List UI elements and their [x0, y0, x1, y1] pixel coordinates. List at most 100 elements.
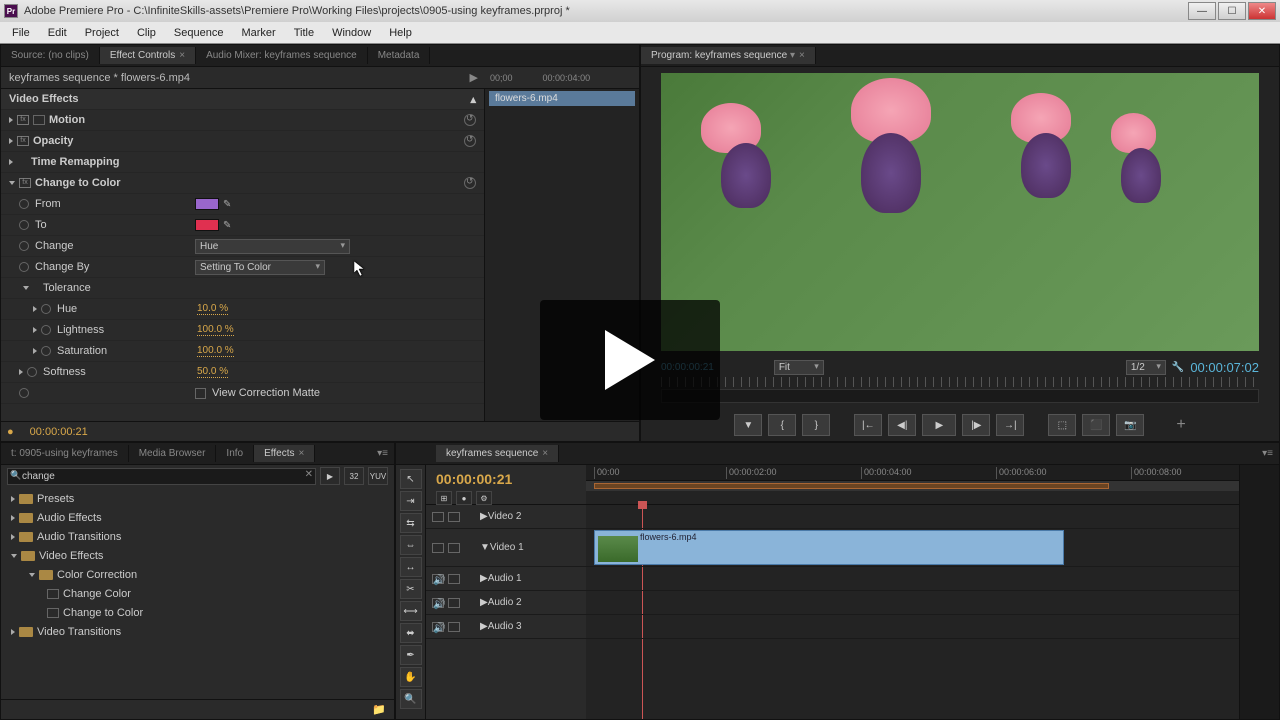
eyedropper-icon[interactable]: ✎: [223, 199, 233, 209]
add-marker-button[interactable]: ▼: [734, 414, 762, 436]
timeline-ruler[interactable]: 00:00 00:00:02:00 00:00:04:00 00:00:06:0…: [586, 465, 1239, 481]
video-play-overlay[interactable]: [540, 300, 720, 420]
stopwatch-icon[interactable]: [41, 325, 51, 335]
track-header-audio1[interactable]: 🔊▶ Audio 1: [426, 567, 586, 591]
selection-tool[interactable]: ↖: [400, 469, 422, 489]
stopwatch-icon[interactable]: [41, 304, 51, 314]
settings-icon[interactable]: ⚙: [476, 491, 492, 505]
minimize-button[interactable]: —: [1188, 2, 1216, 20]
slide-tool[interactable]: ⬌: [400, 623, 422, 643]
program-fit-dropdown[interactable]: Fit: [774, 360, 824, 375]
step-forward-button[interactable]: |▶: [962, 414, 990, 436]
tab-timeline-sequence[interactable]: keyframes sequence×: [436, 445, 559, 462]
speaker-icon[interactable]: 🔊: [432, 598, 444, 608]
eye-icon[interactable]: [432, 543, 444, 553]
maximize-button[interactable]: ☐: [1218, 2, 1246, 20]
effect-change-color[interactable]: Change Color: [1, 584, 394, 603]
menu-project[interactable]: Project: [77, 25, 127, 41]
tab-effect-controls[interactable]: Effect Controls×: [100, 47, 196, 64]
menu-title[interactable]: Title: [286, 25, 322, 41]
saturation-value[interactable]: 100.0 %: [197, 345, 234, 357]
track-audio3[interactable]: [586, 615, 1239, 639]
work-area-bar[interactable]: [594, 483, 1109, 489]
menu-edit[interactable]: Edit: [40, 25, 75, 41]
add-button[interactable]: +: [1176, 416, 1185, 434]
go-to-out-button[interactable]: →|: [996, 414, 1024, 436]
new-bin-icon[interactable]: 📁: [372, 703, 386, 716]
track-audio2[interactable]: [586, 591, 1239, 615]
eyedropper-icon[interactable]: ✎: [223, 220, 233, 230]
clear-search-icon[interactable]: ✕: [305, 469, 313, 480]
folder-presets[interactable]: Presets: [1, 489, 394, 508]
marker-icon[interactable]: ●: [456, 491, 472, 505]
effect-motion[interactable]: fx Motion: [1, 110, 484, 131]
speaker-icon[interactable]: 🔊: [432, 574, 444, 584]
effect-opacity[interactable]: fx Opacity: [1, 131, 484, 152]
stopwatch-icon[interactable]: [19, 220, 29, 230]
track-audio1[interactable]: [586, 567, 1239, 591]
panel-menu-icon[interactable]: ▾≡: [377, 448, 388, 459]
change-dropdown[interactable]: Hue: [195, 239, 350, 254]
stopwatch-icon[interactable]: [19, 262, 29, 272]
track-header-audio3[interactable]: 🔊▶ Audio 3: [426, 615, 586, 639]
program-ruler[interactable]: [661, 377, 1259, 387]
stopwatch-icon[interactable]: [27, 367, 37, 377]
panel-menu-icon[interactable]: ▾≡: [1262, 448, 1273, 459]
reset-icon[interactable]: [464, 135, 476, 147]
tab-source[interactable]: Source: (no clips): [1, 47, 100, 64]
menu-help[interactable]: Help: [381, 25, 420, 41]
to-color-swatch[interactable]: [195, 219, 219, 231]
stopwatch-icon[interactable]: [19, 388, 29, 398]
step-back-button[interactable]: ◀|: [888, 414, 916, 436]
play-button[interactable]: ▶: [922, 414, 956, 436]
track-video2[interactable]: [586, 505, 1239, 529]
lightness-value[interactable]: 100.0 %: [197, 324, 234, 336]
effects-search-input[interactable]: 🔍 change ✕: [7, 468, 316, 485]
lift-button[interactable]: ⬚: [1048, 414, 1076, 436]
effect-time-remapping[interactable]: Time Remapping: [1, 152, 484, 173]
32bit-badge-button[interactable]: 32: [344, 467, 364, 485]
ripple-edit-tool[interactable]: ⇆: [400, 513, 422, 533]
folder-video-transitions[interactable]: Video Transitions: [1, 622, 394, 641]
razor-tool[interactable]: ✂: [400, 579, 422, 599]
mark-in-button[interactable]: {: [768, 414, 796, 436]
timeline-timecode[interactable]: 00:00:00:21: [436, 471, 576, 487]
extract-button[interactable]: ⬛: [1082, 414, 1110, 436]
ec-timecode[interactable]: 00:00:00:21: [14, 426, 88, 438]
go-to-in-button[interactable]: |←: [854, 414, 882, 436]
effect-change-to-color[interactable]: fx Change to Color: [1, 173, 484, 194]
effect-change-to-color[interactable]: Change to Color: [1, 603, 394, 622]
track-header-video1[interactable]: ▼ Video 1: [426, 529, 586, 567]
slip-tool[interactable]: ⟷: [400, 601, 422, 621]
tab-effects[interactable]: Effects×: [254, 445, 315, 462]
tab-info[interactable]: Info: [216, 445, 254, 462]
rate-stretch-tool[interactable]: ↔: [400, 557, 422, 577]
reset-icon[interactable]: [464, 114, 476, 126]
mark-out-button[interactable]: }: [802, 414, 830, 436]
fx-badge-button[interactable]: ▶: [320, 467, 340, 485]
track-header-video2[interactable]: ▶ Video 2: [426, 505, 586, 529]
softness-value[interactable]: 50.0 %: [197, 366, 228, 378]
yuv-badge-button[interactable]: YUV: [368, 467, 388, 485]
hue-value[interactable]: 10.0 %: [197, 303, 228, 315]
program-zoom-dropdown[interactable]: 1/2: [1126, 360, 1166, 375]
from-color-swatch[interactable]: [195, 198, 219, 210]
snap-icon[interactable]: ⊞: [436, 491, 452, 505]
reset-icon[interactable]: [464, 177, 476, 189]
eye-icon[interactable]: [432, 512, 444, 522]
folder-audio-transitions[interactable]: Audio Transitions: [1, 527, 394, 546]
stopwatch-icon[interactable]: [41, 346, 51, 356]
menu-clip[interactable]: Clip: [129, 25, 164, 41]
zoom-tool[interactable]: 🔍: [400, 689, 422, 709]
program-scrub-bar[interactable]: [661, 389, 1259, 403]
view-matte-checkbox[interactable]: [195, 388, 206, 399]
pen-tool[interactable]: ✒: [400, 645, 422, 665]
wrench-icon[interactable]: 🔧: [1172, 362, 1184, 373]
tab-audio-mixer[interactable]: Audio Mixer: keyframes sequence: [196, 47, 368, 64]
tab-media-browser[interactable]: Media Browser: [129, 445, 217, 462]
speaker-icon[interactable]: 🔊: [432, 622, 444, 632]
menu-sequence[interactable]: Sequence: [166, 25, 232, 41]
folder-color-correction[interactable]: Color Correction: [1, 565, 394, 584]
prop-tolerance[interactable]: Tolerance: [1, 278, 484, 299]
tab-program[interactable]: Program: keyframes sequence ▾×: [641, 47, 816, 64]
